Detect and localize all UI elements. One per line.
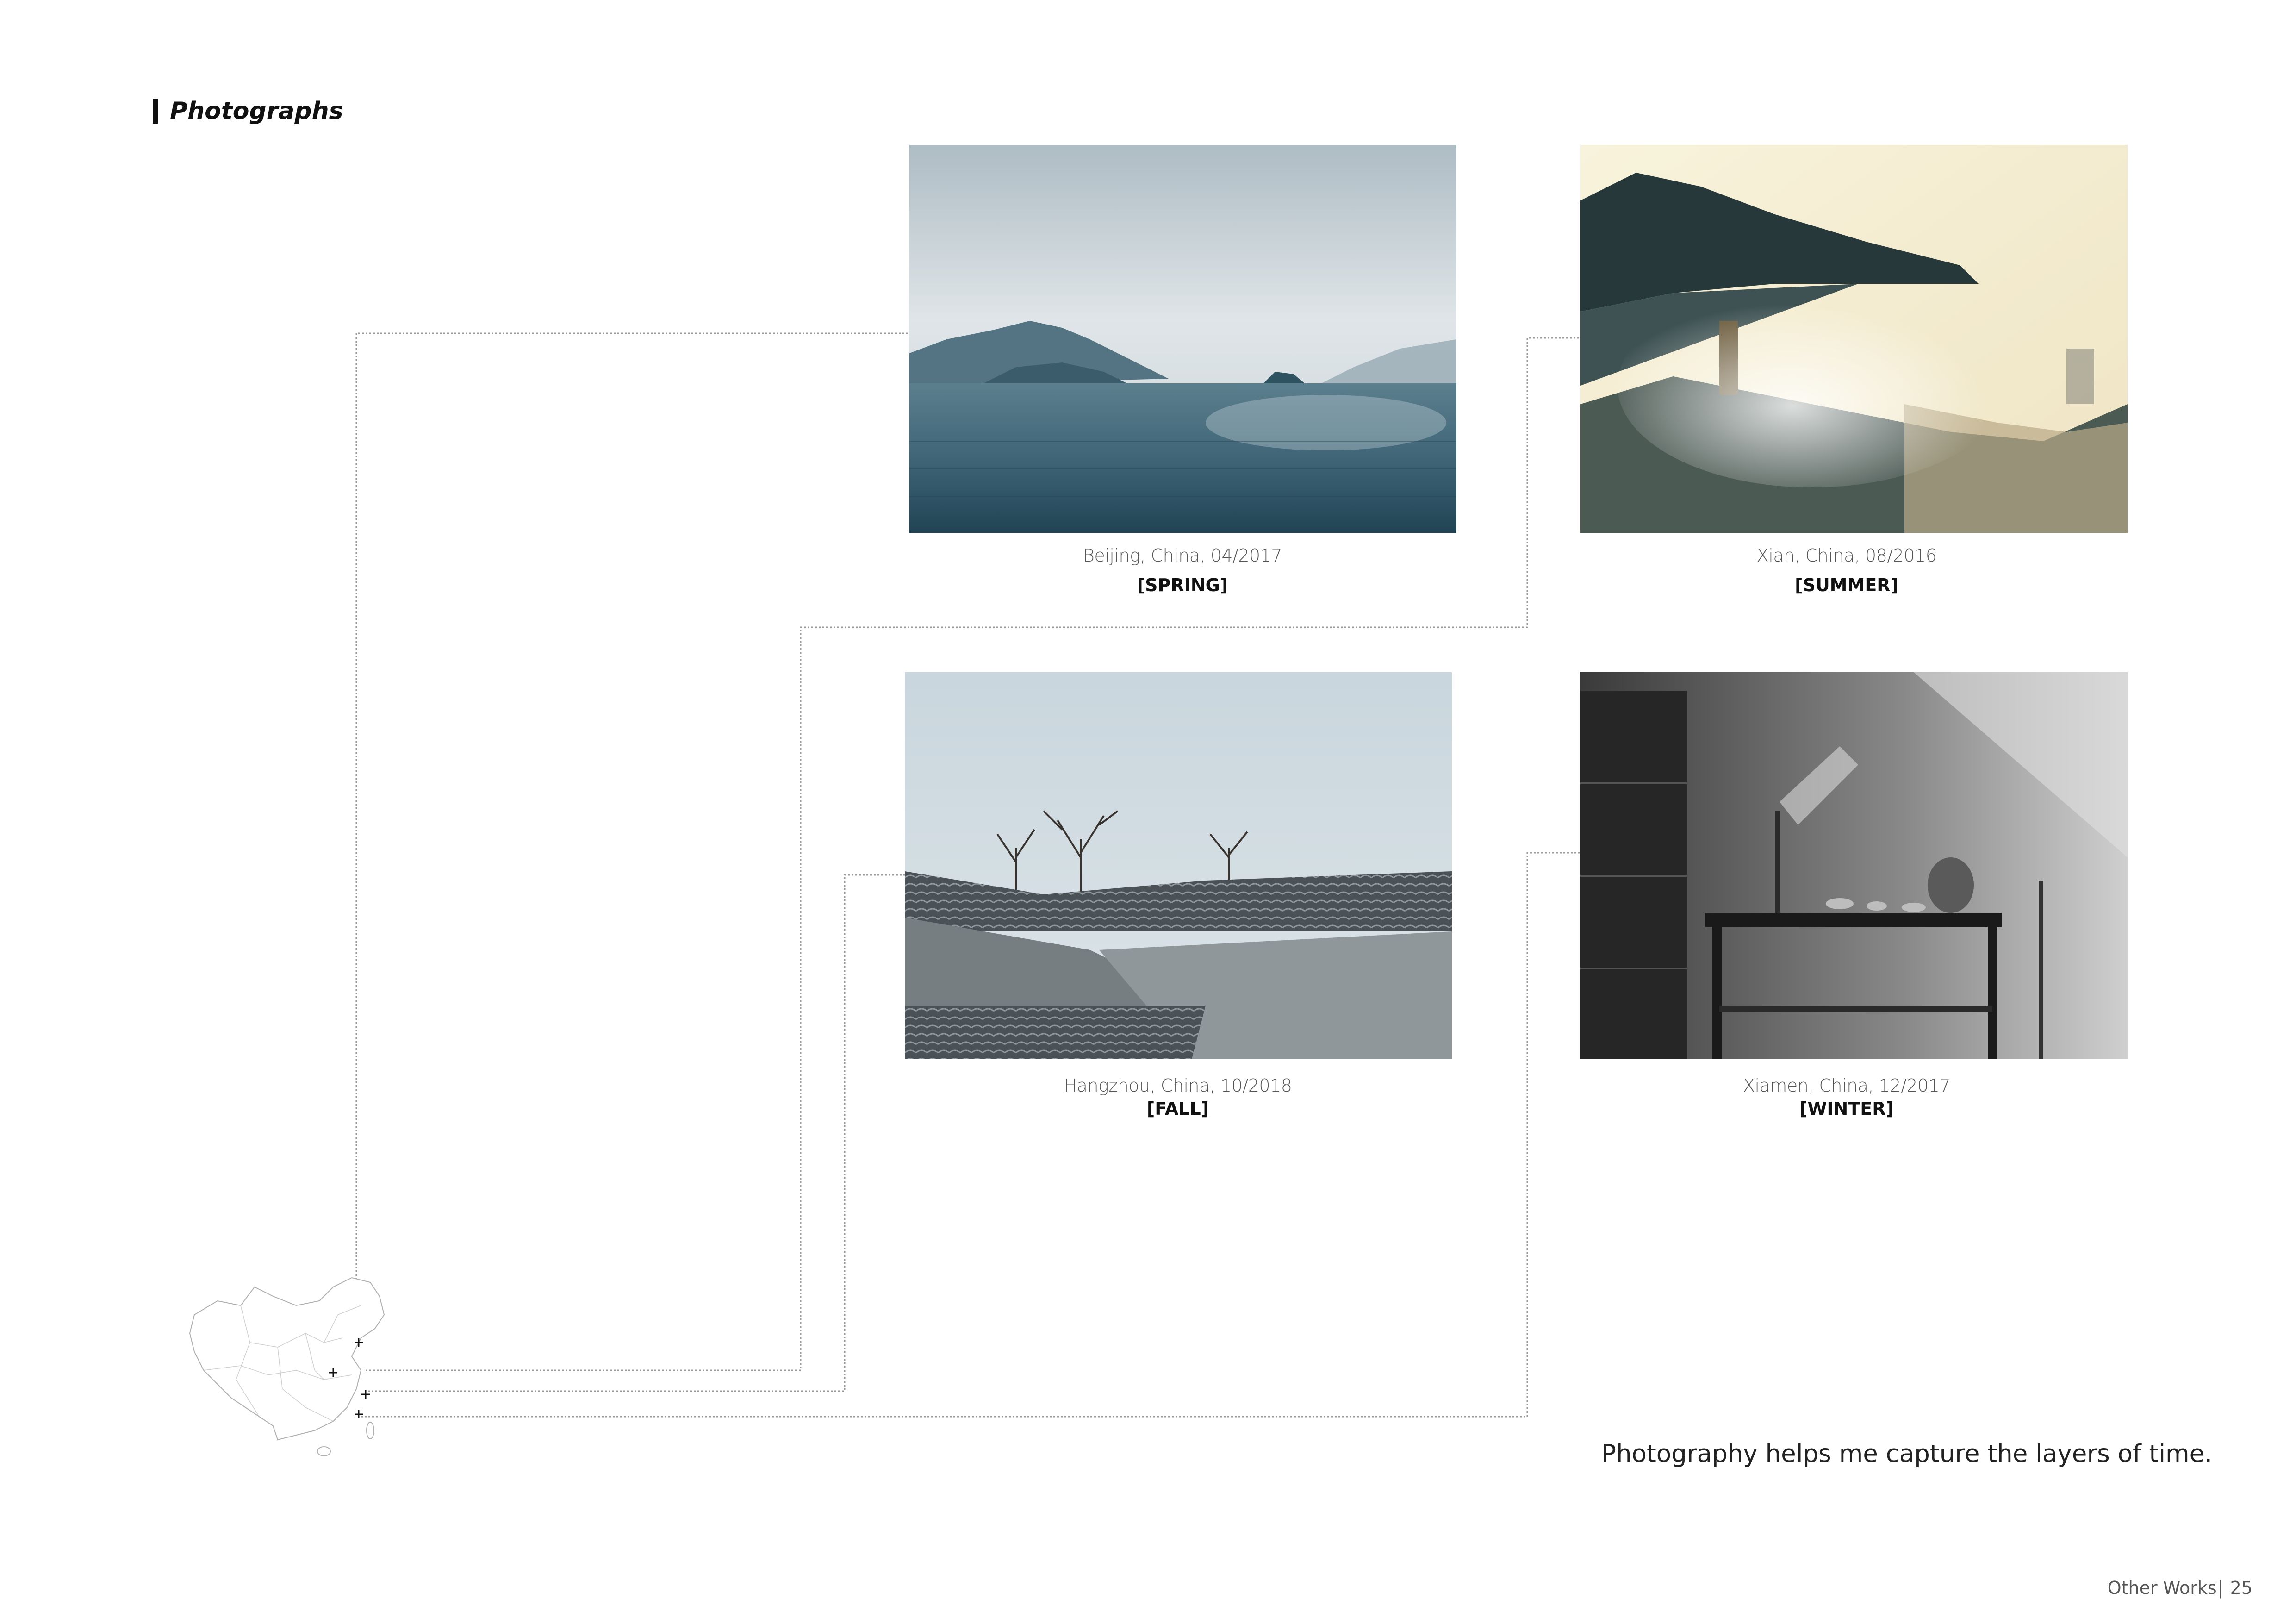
- page-footer: Other Works| 25: [2107, 1578, 2252, 1598]
- photo-place: Hangzhou, China, 10/2018: [1064, 1075, 1292, 1096]
- footer-separator: |: [2217, 1578, 2224, 1598]
- photo-season: [SPRING]: [1137, 575, 1228, 595]
- photo-season: [FALL]: [1146, 1099, 1209, 1119]
- photo-place: Beijing, China, 04/2017: [1083, 545, 1282, 566]
- section-title: Photographs: [170, 97, 343, 125]
- connector-fall: [368, 874, 905, 1392]
- vertical-bar-marker-icon: [153, 99, 158, 124]
- caption-fall: Hangzhou, China, 10/2018 [FALL]: [905, 1075, 1451, 1119]
- photo-spring: [909, 145, 1456, 533]
- footer-section: Other Works: [2107, 1578, 2217, 1598]
- china-map-icon: [185, 1268, 426, 1472]
- connector-spring: [355, 332, 912, 1343]
- quote-text: Photography helps me capture the layers …: [1601, 1440, 2213, 1468]
- photo-season: [WINTER]: [1799, 1099, 1894, 1119]
- photo-summer: [1580, 145, 2128, 533]
- photo-season: [SUMMER]: [1795, 575, 1898, 595]
- caption-winter: Xiamen, China, 12/2017 [WINTER]: [1574, 1075, 2120, 1119]
- photo-winter: [1580, 672, 2128, 1059]
- portfolio-page: Photographs Beijing, China, 04/2017 [SPR…: [0, 0, 2296, 1624]
- page-number: 25: [2230, 1578, 2252, 1598]
- photo-place: Xiamen, China, 12/2017: [1742, 1075, 1951, 1096]
- caption-spring: Beijing, China, 04/2017 [SPRING]: [909, 545, 1456, 595]
- photo-place: Xian, China, 08/2016: [1756, 545, 1937, 566]
- photo-fall: [905, 672, 1452, 1059]
- caption-summer: Xian, China, 08/2016 [SUMMER]: [1574, 545, 2120, 595]
- section-header: Photographs: [153, 97, 343, 125]
